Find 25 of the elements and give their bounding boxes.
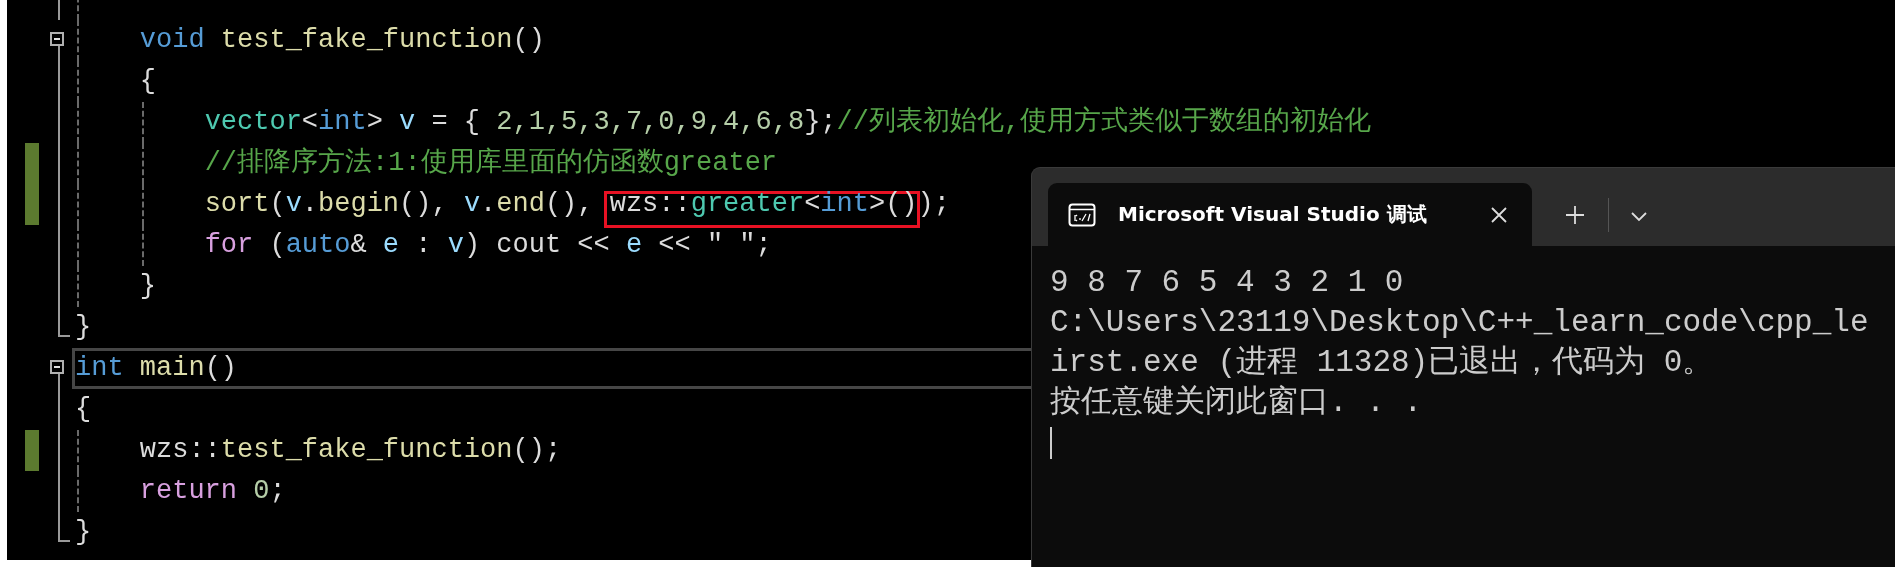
code-line: } <box>75 516 92 549</box>
output-line: C:\Users\23119\Desktop\C++_learn_code\cpp_le <box>1050 304 1870 342</box>
code-line: void test_fake_function() <box>139 24 545 57</box>
code-line: { <box>75 393 92 426</box>
text-cursor <box>1050 427 1052 459</box>
collapse-icon[interactable] <box>50 360 64 374</box>
code-line: return 0; <box>139 475 286 508</box>
code-line: wzs::test_fake_function(); <box>139 434 562 467</box>
code-line: { <box>139 65 156 98</box>
code-line: int main() <box>75 352 238 385</box>
output-line: irst.exe (进程 11328)已退出，代码为 0。 <box>1050 344 1715 382</box>
code-line: } <box>75 311 92 344</box>
code-line: for (auto& e : v) cout << e << " "; <box>204 229 772 262</box>
code-line: vector<int> v = { 2,1,5,3,7,0,9,4,6,8};//列表初始化,使用方式类似于数组的初始化 <box>204 105 1372 139</box>
close-icon[interactable] <box>1490 205 1508 224</box>
code-line: } <box>139 270 156 303</box>
output-line: 9 8 7 6 5 4 3 2 1 0 <box>1050 264 1405 302</box>
terminal-icon <box>1068 202 1096 227</box>
code-line: sort(v.begin(), v.end(), wzs::greater<int>()); <box>204 184 950 225</box>
terminal-tab[interactable]: Microsoft Visual Studio 调试 <box>1048 183 1532 246</box>
code-line: //排降序方法:1:使用库里面的仿函数greater <box>204 146 778 180</box>
collapse-icon[interactable] <box>50 32 64 46</box>
chevron-down-icon[interactable] <box>1630 210 1648 222</box>
output-line: 按任意键关闭此窗口. . . <box>1050 384 1423 422</box>
plus-icon[interactable] <box>1565 205 1585 225</box>
